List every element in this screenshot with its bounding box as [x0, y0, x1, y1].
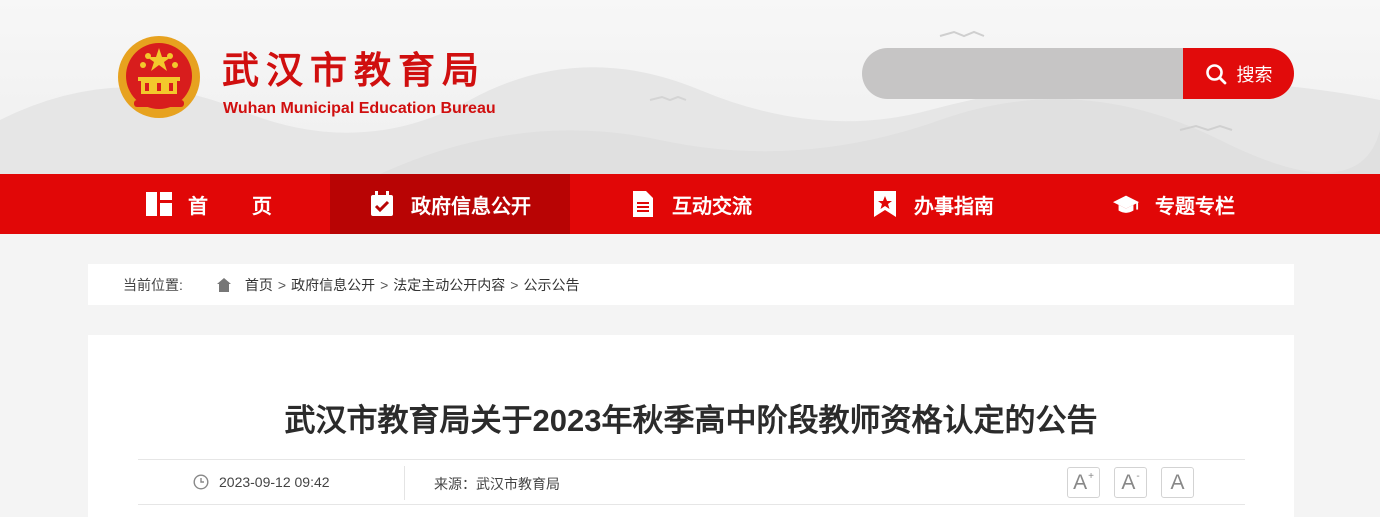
site-header: 武汉市教育局 Wuhan Municipal Education Bureau … — [0, 0, 1380, 174]
breadcrumb-label: 当前位置: — [123, 276, 183, 293]
nav-item-label: 专题专栏 — [1155, 195, 1235, 218]
meta-divider — [404, 466, 405, 500]
national-emblem-logo — [118, 36, 200, 118]
font-reset-button[interactable]: A — [1161, 467, 1194, 498]
search-bar: 搜索 — [862, 48, 1294, 99]
breadcrumb-home[interactable]: 首页 — [245, 275, 273, 295]
home-icon — [216, 277, 231, 292]
nav-item-label: 政府信息公开 — [411, 195, 531, 218]
site-subtitle: Wuhan Municipal Education Bureau — [223, 100, 496, 117]
bookmark-star-icon — [872, 191, 898, 217]
nav-item-label: 首页 — [188, 195, 316, 218]
font-increase-button[interactable]: A + — [1067, 467, 1100, 498]
search-icon — [1205, 63, 1226, 84]
source-value: 武汉市教育局 — [476, 476, 560, 492]
article-source: 来源：武汉市教育局 — [434, 474, 560, 494]
search-input[interactable] — [862, 48, 1202, 99]
article-panel: 武汉市教育局关于2023年秋季高中阶段教师资格认定的公告 2023-09-12 … — [88, 335, 1294, 517]
breadcrumb-announcements[interactable]: 公示公告 — [523, 275, 579, 295]
nav-item-home[interactable]: 首页 — [88, 174, 330, 234]
breadcrumb-separator: > — [380, 276, 389, 293]
source-label: 来源： — [434, 476, 476, 492]
site-title: 武汉市教育局 — [222, 48, 486, 92]
nav-item-interaction[interactable]: 互动交流 — [570, 174, 812, 234]
article-title: 武汉市教育局关于2023年秋季高中阶段教师资格认定的公告 — [284, 403, 1098, 438]
publish-time: 2023-09-12 09:42 — [193, 474, 330, 490]
search-button[interactable]: 搜索 — [1183, 48, 1294, 99]
breadcrumb-separator: > — [277, 276, 287, 293]
article-meta: 2023-09-12 09:42 来源：武汉市教育局 A + A- A — [138, 459, 1245, 505]
nav-item-topics[interactable]: 专题专栏 — [1054, 174, 1294, 234]
breadcrumb-statutory-content[interactable]: 法定主动公开内容 — [393, 275, 505, 295]
main-nav: 首页 政府信息公开 互动交流 办事指南 专题专栏 — [0, 174, 1380, 234]
breadcrumb: 当前位置: 首页 > 政府信息公开 > 法定主动公开内容 > 公示公告 — [88, 264, 1294, 305]
breadcrumb-separator: > — [510, 276, 519, 293]
nav-item-gov-info[interactable]: 政府信息公开 — [330, 174, 570, 234]
grid-icon — [146, 191, 172, 217]
document-icon — [630, 191, 656, 217]
calendar-check-icon — [369, 191, 395, 217]
nav-item-label: 互动交流 — [672, 195, 752, 218]
clock-icon — [193, 474, 209, 490]
font-decrease-button[interactable]: A- — [1114, 467, 1147, 498]
breadcrumb-gov-info[interactable]: 政府信息公开 — [291, 275, 375, 295]
search-button-label: 搜索 — [1236, 64, 1273, 85]
nav-item-label: 办事指南 — [914, 195, 994, 218]
graduation-cap-icon — [1113, 191, 1139, 217]
publish-datetime: 2023-09-12 09:42 — [219, 474, 330, 490]
nav-item-guide[interactable]: 办事指南 — [812, 174, 1054, 234]
